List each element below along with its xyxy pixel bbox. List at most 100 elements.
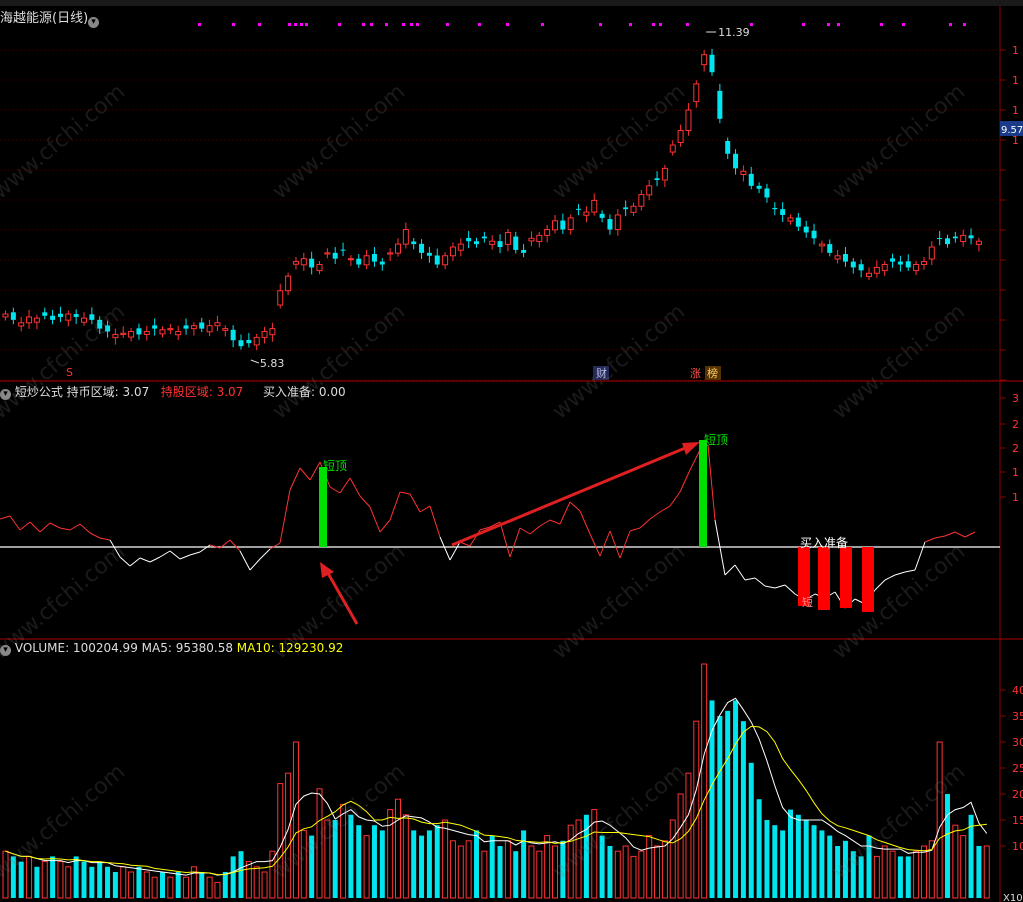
candle-body (292, 261, 299, 265)
volume-bar (395, 798, 401, 899)
news-dot (541, 23, 544, 26)
candle-body (920, 261, 927, 266)
volume-bar (81, 861, 87, 898)
candle-body (112, 333, 119, 339)
volume-bar (190, 866, 197, 899)
indicator-name: 短炒公式 (14, 385, 63, 399)
candle-body (748, 173, 754, 186)
volume-bar (175, 872, 181, 898)
volume-bar (780, 830, 786, 898)
oscillator-line (509, 527, 521, 558)
volume-bar (614, 850, 621, 899)
oscillator-line (339, 477, 351, 494)
candle-body (497, 241, 503, 248)
candle-body (65, 313, 72, 321)
indicator-tick-label: 2 (1012, 418, 1019, 431)
volume-bar (733, 700, 739, 898)
volume-bar (819, 830, 825, 898)
watermark-text: www.cfchi.com (548, 539, 690, 664)
volume-bar (788, 809, 793, 898)
oscillator-line (499, 521, 511, 558)
news-dot (416, 23, 419, 26)
buy-label: 买入准备: (263, 385, 316, 399)
news-dot (402, 23, 405, 26)
candle-body (890, 258, 896, 262)
news-dot (294, 23, 297, 26)
watermark-text: www.cfchi.com (548, 299, 690, 424)
candle-body (489, 240, 496, 245)
volume-bar (701, 663, 708, 899)
price-tick-label: 1 (1012, 74, 1019, 87)
candle-body (159, 329, 166, 335)
event-bang: 榜 (707, 366, 718, 380)
volume-label: VOLUME: 100204.99 (14, 641, 138, 655)
candle-body (795, 217, 801, 227)
candle-body (905, 261, 911, 268)
oscillator-line (309, 461, 321, 481)
volume-bar (474, 830, 479, 898)
candle-body (73, 314, 79, 317)
collapse-icon[interactable]: ▾ (88, 9, 99, 28)
oscillator-line (169, 550, 181, 560)
candle-body (661, 167, 668, 181)
arrow-head-icon (682, 442, 700, 455)
volume-bar (105, 866, 111, 898)
candle-body (701, 54, 708, 66)
candle-body (928, 246, 935, 260)
oscillator-line (764, 585, 776, 589)
oscillator-line (569, 501, 581, 512)
oscillator-line (69, 523, 81, 531)
candle-body (811, 230, 817, 239)
candle-body (309, 258, 315, 268)
watermark-text: www.cfchi.com (0, 759, 130, 884)
candle-body (457, 243, 464, 251)
candle-body (772, 207, 778, 210)
volume-bar (151, 876, 158, 899)
candle-body (285, 275, 292, 292)
volume-bar (756, 799, 762, 898)
indicator-collapse-icon[interactable]: ▾ (0, 389, 11, 400)
candle-body (199, 322, 205, 329)
ma5-label: MA5: 95380.58 (141, 641, 233, 655)
candle-body (740, 170, 747, 175)
candle-body (536, 234, 543, 242)
volume-bar (128, 871, 135, 899)
oscillator-line (689, 449, 701, 471)
volume-bar (748, 762, 754, 898)
candle-body (560, 220, 566, 230)
oscillator-line (39, 522, 51, 533)
oscillator-line (89, 532, 101, 539)
volume-bar (402, 814, 409, 899)
news-dot (949, 23, 952, 26)
volume-collapse-icon[interactable]: ▾ (0, 645, 11, 656)
news-dot (659, 23, 662, 26)
candle-body (717, 90, 723, 119)
stock-title: 海越能源(日线) (0, 11, 89, 26)
volume-bar (513, 851, 519, 898)
news-dot (963, 23, 966, 26)
volume-bar (945, 794, 950, 898)
candle-body (576, 208, 582, 210)
news-dot (880, 23, 883, 26)
candle-body (528, 237, 535, 242)
candle-body (733, 153, 739, 169)
volume-bar (638, 850, 645, 899)
oscillator-line (419, 505, 431, 513)
oscillator-line (639, 518, 651, 529)
oscillator-line (399, 491, 411, 495)
candle-body (968, 235, 974, 239)
volume-bar (936, 741, 943, 899)
candle-body (945, 238, 950, 245)
volume-bar (206, 876, 213, 899)
volume-bar (764, 820, 770, 898)
volume-bar (65, 866, 72, 899)
oscillator-line (0, 515, 11, 520)
volume-bar (646, 835, 653, 899)
candle-body (607, 219, 613, 230)
candle-body (143, 331, 150, 335)
news-dot (652, 23, 655, 26)
oscillator-line (679, 469, 691, 493)
candle-body (33, 317, 40, 323)
annotation-arrow (451, 444, 691, 547)
candle-body (426, 252, 432, 256)
